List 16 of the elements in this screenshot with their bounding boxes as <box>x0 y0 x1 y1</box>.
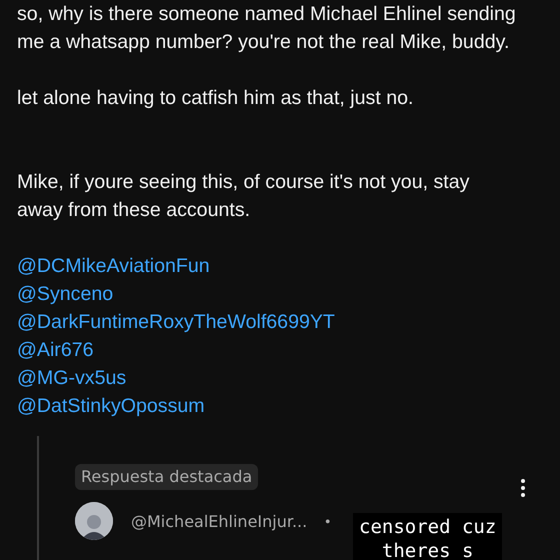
comment-text: so, why is there someone named Michael Ehlinel sending me a whatsapp number? you're not the real Mike, buddy. <box>17 2 517 55</box>
comment-text: Mike, if youre seeing this, of course it's not you, stay away from these accounts. <box>17 170 470 223</box>
mention-link[interactable]: @DCMikeAviationFun <box>17 252 520 280</box>
comment-text: let alone having to catfish him as that, just no. <box>17 86 414 111</box>
mention-link[interactable]: @Air676 <box>17 336 520 364</box>
mention-link[interactable]: @MG-vx5us <box>17 364 520 392</box>
reply-author[interactable]: @MichealEhlineInjur... <box>131 512 308 530</box>
more-options-icon[interactable] <box>520 478 526 498</box>
mention-link[interactable]: @DarkFuntimeRoxyTheWolf6699YT <box>17 308 520 336</box>
highlighted-reply-label: Respuesta destacada <box>75 464 258 490</box>
avatar[interactable] <box>75 502 113 540</box>
mention-link[interactable]: @DatStinkyOpossum <box>17 392 520 420</box>
separator-dot: • <box>325 513 330 529</box>
caption-text: theres s <box>382 539 474 560</box>
mention-link[interactable]: @Synceno <box>17 280 520 308</box>
caption-text: censored cuz <box>359 515 496 539</box>
